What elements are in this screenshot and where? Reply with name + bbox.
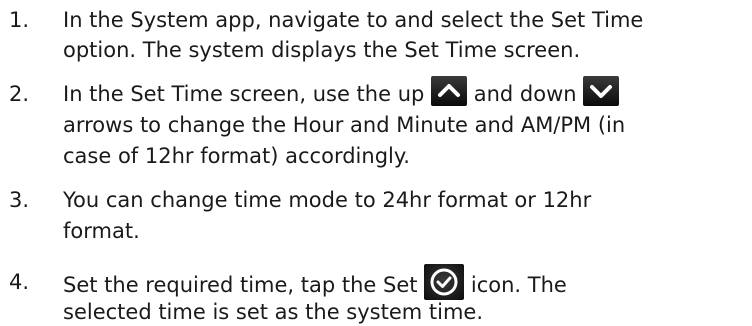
check-circle-icon <box>424 264 465 300</box>
step-2-number: 2. <box>9 82 30 106</box>
step-4-text-after-icon: icon. The <box>470 273 567 297</box>
step-3-line-1: You can change time mode to 24hr format … <box>63 188 592 212</box>
step-2-line-2: arrows to change the Hour and Minute and… <box>63 113 626 137</box>
step-3-line-2: format. <box>63 219 140 243</box>
chevron-down-icon <box>583 76 620 106</box>
step-1-number: 1. <box>9 8 30 32</box>
step-2-text-before-up: In the Set Time screen, use the up <box>63 82 425 106</box>
step-4-text-before-icon: Set the required time, tap the Set <box>63 273 418 297</box>
step-4-line-2: selected time is set as the system time. <box>63 300 483 324</box>
step-4-number: 4. <box>9 270 30 294</box>
step-2-line-1: In the Set Time screen, use the up and d… <box>63 76 620 110</box>
step-2-line-3: case of 12hr format) accordingly. <box>63 144 410 168</box>
step-3-number: 3. <box>9 188 30 212</box>
chevron-up-icon <box>431 76 468 106</box>
step-1-line-2: option. The system displays the Set Time… <box>63 38 581 62</box>
step-2-text-between: and down <box>473 82 577 106</box>
step-1-line-1: In the System app, navigate to and selec… <box>63 8 644 32</box>
